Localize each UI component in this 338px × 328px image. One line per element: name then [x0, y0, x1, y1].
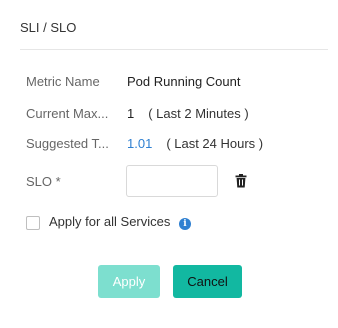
dialog-title: SLI / SLO — [20, 20, 77, 35]
sli-slo-dialog: SLI / SLO Metric Name Pod Running Count … — [0, 0, 338, 328]
suggested-row: Suggested T... 1.01 ( Last 24 Hours ) — [26, 133, 263, 153]
metric-name-value: Pod Running Count — [127, 73, 241, 89]
slo-label: SLO * — [26, 173, 61, 189]
metric-name-row: Metric Name Pod Running Count — [26, 71, 240, 91]
current-max-row: Current Max... 1 ( Last 2 Minutes ) — [26, 103, 249, 123]
metric-name-label: Metric Name — [26, 73, 100, 89]
apply-all-label[interactable]: Apply for all Services — [49, 214, 170, 229]
suggested-value-link[interactable]: 1.01 — [127, 136, 152, 151]
suggested-hint: ( Last 24 Hours ) — [166, 135, 264, 151]
slo-input[interactable] — [126, 165, 218, 197]
slo-row: SLO * — [26, 171, 116, 191]
apply-all-checkbox[interactable] — [26, 216, 40, 230]
suggested-label: Suggested T... — [26, 135, 109, 151]
title-divider — [20, 49, 328, 50]
current-max-value: 1 — [127, 105, 135, 121]
trash-icon[interactable] — [235, 174, 247, 188]
current-max-hint: ( Last 2 Minutes ) — [148, 105, 249, 121]
cancel-button[interactable]: Cancel — [173, 265, 242, 298]
info-icon[interactable]: i — [179, 218, 191, 230]
current-max-label: Current Max... — [26, 105, 109, 121]
apply-button[interactable]: Apply — [98, 265, 160, 298]
